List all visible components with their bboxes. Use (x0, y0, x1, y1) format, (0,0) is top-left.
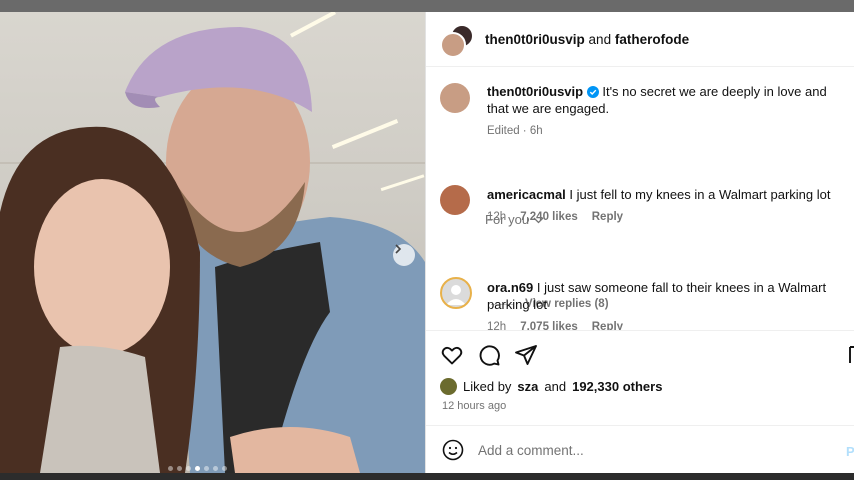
comment-icon[interactable] (477, 343, 501, 367)
post-actions (426, 330, 854, 376)
add-comment-bar: Po (426, 425, 854, 474)
comment-body: ora.n69 I just saw someone fall to their… (487, 279, 845, 330)
comment-username[interactable]: ora.n69 (487, 280, 533, 295)
photo-illustration (0, 12, 425, 473)
likes-others[interactable]: 192,330 others (572, 379, 662, 394)
reply-button[interactable]: Reply (592, 319, 623, 330)
comment-meta: 12h 7,075 likes Reply (487, 319, 845, 330)
carousel-dot (213, 466, 218, 471)
comments-list[interactable]: then0t0ri0usvip It's no secret we are de… (426, 67, 854, 330)
carousel-dot (204, 466, 209, 471)
collab-avatars[interactable] (440, 24, 474, 58)
avatar (440, 32, 466, 58)
likes-prefix: Liked by (463, 379, 512, 394)
comment-meta: 12h 7,240 likes Reply (487, 209, 845, 226)
carousel-dot (195, 466, 200, 471)
comment-time: 12h (487, 211, 507, 223)
caption-edited: Edited · 6h (487, 125, 543, 137)
carousel-dot (222, 466, 227, 471)
comment-likes[interactable]: 7,240 likes (520, 209, 578, 226)
comment-time: 12h (487, 321, 507, 330)
likes-summary[interactable]: Liked by sza and 192,330 others (440, 378, 662, 395)
comment-likes[interactable]: 7,075 likes (520, 319, 578, 330)
chevron-right-icon (395, 244, 402, 254)
author-username[interactable]: then0t0ri0usvip (485, 32, 585, 47)
post-comment-button[interactable]: Po (846, 444, 854, 459)
caption-meta: Edited · 6h (487, 123, 845, 140)
comment-input[interactable] (476, 436, 800, 464)
carousel-indicator (168, 466, 227, 471)
comment-body: americacmal I just fell to my knees in a… (487, 186, 845, 226)
authors-joiner: and (588, 32, 612, 47)
post-timestamp: 12 hours ago (442, 400, 507, 412)
avatar[interactable] (440, 185, 470, 215)
carousel-dot (168, 466, 173, 471)
comment-text: I just saw someone fall to their knees i… (487, 280, 827, 312)
post-header: then0t0ri0usvip and fatherofode (426, 12, 854, 67)
background-strip-bottom (0, 473, 854, 480)
avatar[interactable] (440, 277, 472, 309)
bookmark-icon[interactable] (848, 343, 854, 367)
avatar[interactable] (440, 83, 470, 113)
caption-username[interactable]: then0t0ri0usvip (487, 84, 583, 99)
post-photo[interactable] (0, 12, 425, 473)
liker-username[interactable]: sza (517, 379, 538, 394)
author-username[interactable]: fatherofode (615, 32, 689, 47)
verified-badge-icon (586, 86, 599, 98)
post-authors: then0t0ri0usvip and fatherofode (485, 32, 689, 47)
background-strip-top (0, 0, 854, 12)
carousel-dot (186, 466, 191, 471)
caption-body: then0t0ri0usvip It's no secret we are de… (487, 83, 845, 140)
next-photo-button[interactable] (393, 244, 415, 266)
post-side-panel: then0t0ri0usvip and fatherofode then0t0r… (425, 12, 854, 473)
default-avatar-icon (446, 285, 466, 305)
comment-username[interactable]: americacmal (487, 187, 566, 202)
avatar (440, 378, 457, 395)
send-icon[interactable] (514, 343, 538, 367)
heart-icon[interactable] (440, 343, 464, 367)
reply-button[interactable]: Reply (592, 209, 623, 226)
emoji-icon[interactable] (442, 439, 464, 461)
likes-joiner: and (544, 379, 567, 394)
carousel-dot (177, 466, 182, 471)
comment-text: I just fell to my knees in a Walmart par… (569, 187, 831, 202)
